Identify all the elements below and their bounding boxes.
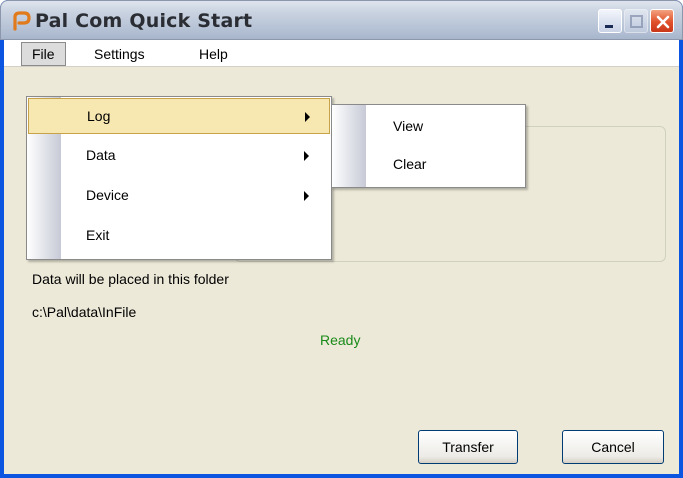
submenu-arrow-icon: [305, 112, 310, 122]
maximize-icon[interactable]: [624, 9, 648, 33]
submenu-arrow-icon: [304, 151, 309, 161]
status-text: Ready: [320, 332, 361, 348]
window-title: Pal Com Quick Start: [35, 10, 253, 32]
file-dropdown-menu: Log Data Device Exit: [26, 96, 332, 260]
submenu-arrow-icon: [304, 191, 309, 201]
folder-path: c:\Pal\data\InFile: [32, 304, 137, 320]
menu-item-device[interactable]: Device: [28, 178, 330, 214]
close-icon[interactable]: [650, 9, 674, 33]
menu-item-label: Device: [86, 187, 129, 203]
menu-help[interactable]: Help: [191, 43, 236, 65]
menu-item-log[interactable]: Log: [28, 98, 330, 134]
minimize-icon[interactable]: [598, 9, 622, 33]
menu-file[interactable]: File: [21, 42, 66, 66]
log-submenu: View Clear: [331, 104, 526, 188]
menu-item-exit[interactable]: Exit: [28, 218, 330, 254]
submenu-item-view[interactable]: View: [333, 109, 525, 145]
menu-item-label: Exit: [86, 227, 110, 243]
cancel-button[interactable]: Cancel: [562, 430, 664, 464]
submenu-item-clear[interactable]: Clear: [333, 147, 525, 183]
app-window: Pal Com Quick Start File Settings Help D…: [0, 0, 683, 478]
menu-item-label: Data: [86, 147, 116, 163]
folder-label: Data will be placed in this folder: [32, 271, 229, 287]
transfer-button[interactable]: Transfer: [418, 430, 518, 464]
submenu-item-label: Clear: [393, 156, 427, 172]
menu-item-label: Log: [87, 108, 111, 124]
palcom-app-icon[interactable]: [11, 11, 31, 31]
menu-item-data[interactable]: Data: [28, 138, 330, 174]
menu-settings[interactable]: Settings: [86, 43, 153, 65]
menu-bar: File Settings Help: [4, 40, 679, 67]
submenu-item-label: View: [393, 118, 424, 134]
title-bar[interactable]: Pal Com Quick Start: [0, 0, 683, 40]
